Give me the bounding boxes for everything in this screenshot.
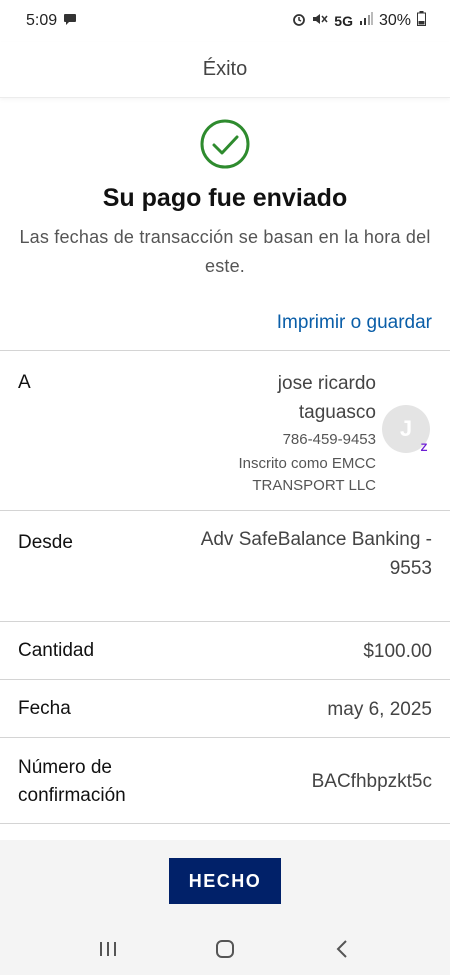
from-row: Desde Adv SafeBalance Banking - 9553 [0, 511, 450, 622]
app-header: Éxito [0, 42, 450, 98]
payment-details: A jose ricardo taguasco 786-459-9453 Ins… [0, 350, 450, 824]
amount-label: Cantidad [18, 640, 95, 661]
success-title: Su pago fue enviado [102, 184, 348, 212]
avatar-initial: J [399, 416, 413, 441]
recipient-label: A [18, 372, 31, 393]
success-section: Su pago fue enviado Las fechas de transa… [0, 118, 450, 281]
date-row: Fecha may 6, 2025 [0, 680, 450, 738]
confirmation-label: Número de confirmación [18, 757, 126, 806]
battery-icon [417, 11, 426, 31]
status-right: 5G 30% [292, 11, 426, 31]
date-label: Fecha [18, 698, 71, 719]
footer: HECHO [0, 840, 450, 922]
alarm-icon [292, 12, 306, 31]
success-subtitle: Las fechas de transacción se basan en la… [19, 227, 431, 276]
confirmation-number: BACfhbpzkt5c [311, 771, 432, 792]
recipient-enrolled: Inscrito como EMCC TRANSPORT LLC [238, 455, 376, 494]
date-value: may 6, 2025 [327, 699, 432, 720]
signal-icon [359, 12, 373, 30]
screen: 5:09 5G 30% Éxito Su pago fue enviado La… [0, 0, 450, 975]
nav-bar [0, 922, 450, 975]
from-account: Adv SafeBalance Banking - 9553 [200, 529, 432, 579]
status-left: 5:09 [26, 12, 77, 31]
recipient-info: jose ricardo taguasco 786-459-9453 Inscr… [201, 369, 376, 497]
amount-row: Cantidad $100.00 [0, 622, 450, 680]
page-title: Éxito [202, 58, 248, 80]
amount-value: $100.00 [363, 641, 432, 662]
zelle-icon: Z [420, 442, 428, 454]
recent-apps-icon[interactable] [88, 929, 128, 969]
from-label: Desde [18, 532, 73, 553]
message-icon [63, 12, 77, 31]
check-circle-icon [200, 119, 250, 169]
network-label: 5G [334, 13, 353, 29]
status-time: 5:09 [26, 12, 58, 29]
recipient-name: jose ricardo taguasco [277, 373, 376, 423]
mute-icon [312, 12, 328, 31]
done-button[interactable]: HECHO [169, 858, 281, 904]
home-icon[interactable] [205, 929, 245, 969]
status-bar: 5:09 5G 30% [0, 0, 450, 42]
confirmation-row: Número de confirmación BACfhbpzkt5c [0, 738, 450, 824]
recipient-phone: 786-459-9453 [282, 431, 376, 448]
back-icon[interactable] [322, 929, 362, 969]
recipient-row: A jose ricardo taguasco 786-459-9453 Ins… [0, 351, 450, 511]
battery-percent: 30% [378, 12, 411, 29]
print-or-save-link[interactable]: Imprimir o guardar [277, 312, 432, 334]
